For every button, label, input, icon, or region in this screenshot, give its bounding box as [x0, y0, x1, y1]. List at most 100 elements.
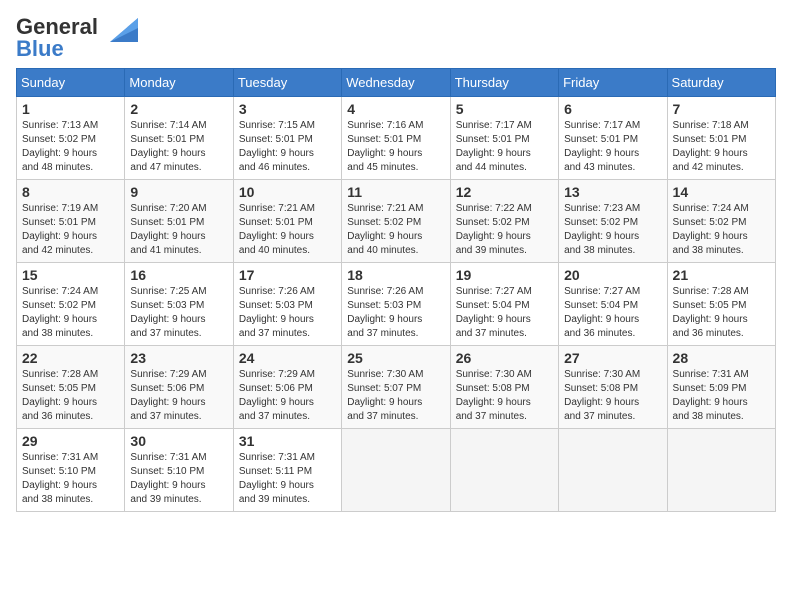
day-number: 12 — [456, 184, 553, 200]
table-row: 6 Sunrise: 7:17 AM Sunset: 5:01 PM Daylig… — [559, 97, 667, 180]
table-row: 20Sunrise: 7:27 AM Sunset: 5:04 PM Dayli… — [559, 263, 667, 346]
table-row: 27 Sunrise: 7:30 AM Sunset: 5:08 PM Dayli… — [559, 346, 667, 429]
day-number: 8 — [22, 184, 119, 200]
table-row: 25Sunrise: 7:30 AM Sunset: 5:07 PM Dayli… — [342, 346, 450, 429]
day-number: 31 — [239, 433, 336, 449]
col-header-sunday: Sunday — [17, 69, 125, 97]
day-info: Sunrise: 7:18 AM Sunset: 5:01 PM Dayligh… — [673, 119, 770, 175]
day-number: 20 — [564, 267, 661, 283]
day-info: Sunrise: 7:16 AM Sunset: 5:01 PM Dayligh… — [347, 119, 444, 175]
table-row: 7 Sunrise: 7:18 AM Sunset: 5:01 PM Daylig… — [667, 97, 775, 180]
day-info: Sunrise: 7:17 AM Sunset: 5:01 PM Dayligh… — [564, 119, 661, 175]
day-number: 13 — [564, 184, 661, 200]
day-number: 3 — [239, 101, 336, 117]
table-row — [667, 429, 775, 512]
day-info: Sunrise: 7:15 AM Sunset: 5:01 PM Dayligh… — [239, 119, 336, 175]
col-header-thursday: Thursday — [450, 69, 558, 97]
calendar-table: SundayMondayTuesdayWednesdayThursdayFrid… — [16, 68, 776, 512]
table-row: 2 Sunrise: 7:14 AM Sunset: 5:01 PM Daylig… — [125, 97, 233, 180]
table-row: 19 Sunrise: 7:27 AM Sunset: 5:04 PM Dayli… — [450, 263, 558, 346]
day-number: 28 — [673, 350, 770, 366]
day-number: 6 — [564, 101, 661, 117]
logo-text: General Blue — [16, 16, 98, 60]
logo-blue: Blue — [16, 36, 64, 61]
table-row: 21Sunrise: 7:28 AM Sunset: 5:05 PM Dayli… — [667, 263, 775, 346]
day-info: Sunrise: 7:31 AM Sunset: 5:10 PM Dayligh… — [130, 451, 227, 507]
day-number: 1 — [22, 101, 119, 117]
col-header-monday: Monday — [125, 69, 233, 97]
table-row: 23 Sunrise: 7:29 AM Sunset: 5:06 PM Dayli… — [125, 346, 233, 429]
day-info: Sunrise: 7:13 AM Sunset: 5:02 PM Dayligh… — [22, 119, 119, 175]
day-info: Sunrise: 7:31 AM Sunset: 5:11 PM Dayligh… — [239, 451, 336, 507]
col-header-saturday: Saturday — [667, 69, 775, 97]
day-number: 17 — [239, 267, 336, 283]
logo-icon — [100, 14, 138, 44]
table-row: 16 Sunrise: 7:25 AM Sunset: 5:03 PM Dayli… — [125, 263, 233, 346]
col-header-tuesday: Tuesday — [233, 69, 341, 97]
table-row: 4 Sunrise: 7:16 AM Sunset: 5:01 PM Daylig… — [342, 97, 450, 180]
day-number: 2 — [130, 101, 227, 117]
day-info: Sunrise: 7:30 AM Sunset: 5:07 PM Dayligh… — [347, 368, 444, 424]
day-number: 18 — [347, 267, 444, 283]
day-number: 27 — [564, 350, 661, 366]
day-number: 26 — [456, 350, 553, 366]
day-info: Sunrise: 7:14 AM Sunset: 5:01 PM Dayligh… — [130, 119, 227, 175]
day-info: Sunrise: 7:26 AM Sunset: 5:03 PM Dayligh… — [347, 285, 444, 341]
day-info: Sunrise: 7:20 AM Sunset: 5:01 PM Dayligh… — [130, 202, 227, 258]
table-row: 22 Sunrise: 7:28 AM Sunset: 5:05 PM Dayli… — [17, 346, 125, 429]
table-row: 28 Sunrise: 7:31 AM Sunset: 5:09 PM Dayli… — [667, 346, 775, 429]
day-info: Sunrise: 7:27 AM Sunset: 5:04 PM Dayligh… — [456, 285, 553, 341]
day-number: 14 — [673, 184, 770, 200]
table-row — [450, 429, 558, 512]
col-header-friday: Friday — [559, 69, 667, 97]
table-row: 30 Sunrise: 7:31 AM Sunset: 5:10 PM Dayli… — [125, 429, 233, 512]
day-info: Sunrise: 7:24 AM Sunset: 5:02 PM Dayligh… — [673, 202, 770, 258]
day-number: 9 — [130, 184, 227, 200]
table-row: 12 Sunrise: 7:22 AM Sunset: 5:02 PM Dayli… — [450, 180, 558, 263]
table-row: 31 Sunrise: 7:31 AM Sunset: 5:11 PM Dayli… — [233, 429, 341, 512]
day-number: 4 — [347, 101, 444, 117]
day-number: 10 — [239, 184, 336, 200]
col-header-wednesday: Wednesday — [342, 69, 450, 97]
table-row — [342, 429, 450, 512]
day-info: Sunrise: 7:29 AM Sunset: 5:06 PM Dayligh… — [239, 368, 336, 424]
table-row: 26Sunrise: 7:30 AM Sunset: 5:08 PM Dayli… — [450, 346, 558, 429]
logo: General Blue — [16, 16, 138, 60]
day-info: Sunrise: 7:19 AM Sunset: 5:01 PM Dayligh… — [22, 202, 119, 258]
day-number: 15 — [22, 267, 119, 283]
table-row: 29Sunrise: 7:31 AM Sunset: 5:10 PM Dayli… — [17, 429, 125, 512]
table-row: 13 Sunrise: 7:23 AM Sunset: 5:02 PM Dayli… — [559, 180, 667, 263]
day-info: Sunrise: 7:21 AM Sunset: 5:01 PM Dayligh… — [239, 202, 336, 258]
table-row: 8 Sunrise: 7:19 AM Sunset: 5:01 PM Daylig… — [17, 180, 125, 263]
day-number: 21 — [673, 267, 770, 283]
table-row: 15 Sunrise: 7:24 AM Sunset: 5:02 PM Dayli… — [17, 263, 125, 346]
table-row: 17 Sunrise: 7:26 AM Sunset: 5:03 PM Dayli… — [233, 263, 341, 346]
day-number: 11 — [347, 184, 444, 200]
day-number: 19 — [456, 267, 553, 283]
day-number: 29 — [22, 433, 119, 449]
day-number: 24 — [239, 350, 336, 366]
day-info: Sunrise: 7:28 AM Sunset: 5:05 PM Dayligh… — [22, 368, 119, 424]
table-row: 24 Sunrise: 7:29 AM Sunset: 5:06 PM Dayli… — [233, 346, 341, 429]
table-row: 10 Sunrise: 7:21 AM Sunset: 5:01 PM Dayli… — [233, 180, 341, 263]
day-info: Sunrise: 7:31 AM Sunset: 5:09 PM Dayligh… — [673, 368, 770, 424]
day-number: 23 — [130, 350, 227, 366]
day-info: Sunrise: 7:22 AM Sunset: 5:02 PM Dayligh… — [456, 202, 553, 258]
day-info: Sunrise: 7:25 AM Sunset: 5:03 PM Dayligh… — [130, 285, 227, 341]
table-row — [559, 429, 667, 512]
day-info: Sunrise: 7:30 AM Sunset: 5:08 PM Dayligh… — [564, 368, 661, 424]
day-number: 5 — [456, 101, 553, 117]
day-number: 30 — [130, 433, 227, 449]
day-number: 22 — [22, 350, 119, 366]
table-row: 5 Sunrise: 7:17 AM Sunset: 5:01 PM Daylig… — [450, 97, 558, 180]
day-info: Sunrise: 7:17 AM Sunset: 5:01 PM Dayligh… — [456, 119, 553, 175]
day-number: 16 — [130, 267, 227, 283]
table-row: 14 Sunrise: 7:24 AM Sunset: 5:02 PM Dayli… — [667, 180, 775, 263]
day-info: Sunrise: 7:23 AM Sunset: 5:02 PM Dayligh… — [564, 202, 661, 258]
day-info: Sunrise: 7:26 AM Sunset: 5:03 PM Dayligh… — [239, 285, 336, 341]
day-number: 7 — [673, 101, 770, 117]
table-row: 18 Sunrise: 7:26 AM Sunset: 5:03 PM Dayli… — [342, 263, 450, 346]
day-info: Sunrise: 7:29 AM Sunset: 5:06 PM Dayligh… — [130, 368, 227, 424]
day-info: Sunrise: 7:24 AM Sunset: 5:02 PM Dayligh… — [22, 285, 119, 341]
table-row: 3 Sunrise: 7:15 AM Sunset: 5:01 PM Daylig… — [233, 97, 341, 180]
